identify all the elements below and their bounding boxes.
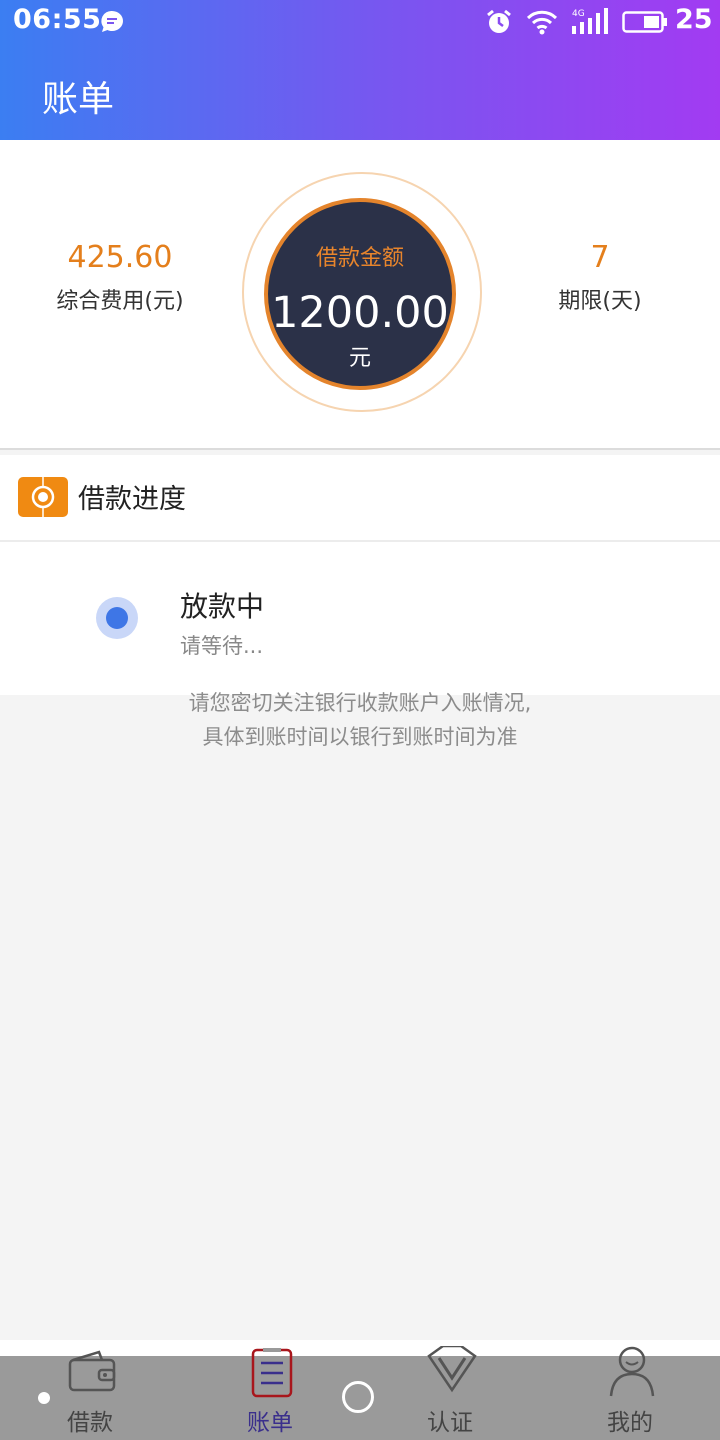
- step-title: 放款中: [180, 590, 265, 623]
- amount-circle: 借款金额 1200.00 元: [264, 198, 456, 390]
- message-icon: [101, 10, 123, 32]
- verify-icon: [427, 1346, 477, 1393]
- loan-summary: 425.60 综合费用(元) 借款金额 1200.00 元 7 期限(天): [0, 140, 720, 450]
- person-icon: [609, 1346, 655, 1397]
- status-time: 06:55: [13, 4, 102, 35]
- tab-bill-label: 账单: [247, 1410, 293, 1436]
- term-value: 7: [590, 240, 610, 275]
- notice-line-1: 请您密切关注银行收款账户入账情况,: [188, 691, 532, 715]
- alarm-icon: [487, 9, 511, 33]
- home-button[interactable]: [342, 1381, 374, 1413]
- progress-icon: [18, 477, 68, 517]
- tab-verify-label: 认证: [427, 1410, 473, 1436]
- notice-text: 请您密切关注银行收款账户入账情况, 具体到账时间以银行到账时间为准: [0, 686, 720, 754]
- fee-value: 425.60: [67, 240, 173, 275]
- tab-verify[interactable]: 认证: [390, 1346, 510, 1440]
- step-indicator-dot: [106, 607, 128, 629]
- term-stat: 7 期限(天): [480, 240, 720, 315]
- progress-header: 借款进度: [0, 455, 720, 542]
- notice-line-2: 具体到账时间以银行到账时间为准: [202, 725, 518, 749]
- floating-dot: [38, 1392, 50, 1404]
- step-subtitle: 请等待...: [180, 634, 264, 658]
- fee-label: 综合费用(元): [56, 289, 184, 314]
- network-label: 4G: [572, 9, 585, 19]
- app-header: 06:55 4G 25 账单: [0, 0, 720, 140]
- progress-title: 借款进度: [78, 484, 186, 515]
- battery-icon: [622, 11, 667, 33]
- amount-value: 1200.00: [271, 288, 449, 338]
- wifi-icon: [526, 10, 558, 35]
- signal-icon: 4G: [572, 8, 608, 34]
- bill-icon: [251, 1348, 293, 1398]
- tab-mine-label: 我的: [607, 1410, 653, 1436]
- status-bar: 06:55 4G 25: [0, 0, 720, 46]
- fee-stat: 425.60 综合费用(元): [0, 240, 240, 315]
- amount-caption: 借款金额: [315, 246, 404, 271]
- loan-progress-section: 借款进度 放款中 请等待...: [0, 455, 720, 695]
- page-title: 账单: [42, 79, 115, 120]
- tab-mine[interactable]: 我的: [570, 1346, 690, 1440]
- wallet-icon: [68, 1350, 116, 1392]
- term-label: 期限(天): [558, 289, 642, 314]
- tab-bill[interactable]: 账单: [210, 1348, 330, 1440]
- battery-level: 25: [675, 4, 713, 35]
- tab-loan-label: 借款: [67, 1410, 113, 1436]
